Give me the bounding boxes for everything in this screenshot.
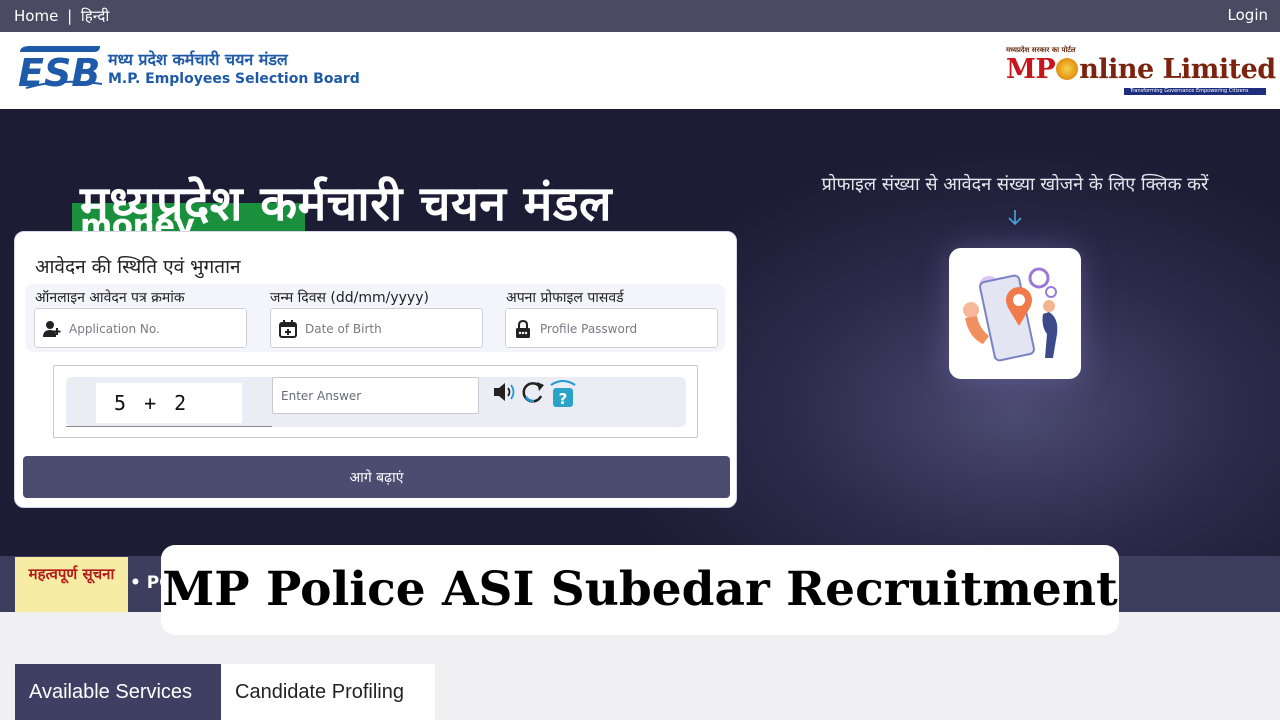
nav-separator: |	[67, 7, 73, 25]
mponline-name: MP nline Limited	[1006, 54, 1276, 85]
application-number-input[interactable]	[69, 318, 239, 340]
home-link[interactable]: Home	[14, 7, 58, 25]
captcha-underline	[66, 426, 272, 427]
mponline-globe-icon	[1056, 58, 1079, 80]
profile-search-card[interactable]	[949, 248, 1081, 379]
top-nav-bar: Home | हिन्दी Login	[0, 0, 1280, 32]
captcha-answer-field[interactable]	[272, 377, 479, 414]
esb-logo-icon[interactable]: ESB	[16, 42, 104, 90]
overlay-headline: MP Police ASI Subedar Recruitment	[161, 545, 1119, 635]
application-status-form: आवेदन की स्थिति एवं भुगतान ऑनलाइन आवेदन …	[14, 231, 737, 508]
arrow-down-icon	[1008, 210, 1022, 226]
svg-text:ESB: ESB	[18, 51, 100, 90]
profile-password-label: अपना प्रोफाइल पासवर्ड	[506, 290, 624, 306]
proceed-button[interactable]: आगे बढ़ाएं	[23, 456, 730, 498]
profile-password-field[interactable]	[505, 308, 718, 348]
site-header: ESB मध्य प्रदेश कर्मचारी चयन मंडल M.P. E…	[0, 32, 1280, 109]
tab-candidate-profiling[interactable]: Candidate Profiling	[221, 664, 435, 720]
form-title: आवेदन की स्थिति एवं भुगतान	[35, 256, 241, 278]
mponline-slogan-bar: Transforming Governance Empowering Citiz…	[1124, 88, 1266, 95]
date-of-birth-input[interactable]	[305, 318, 475, 340]
profile-password-input[interactable]	[540, 318, 710, 340]
esb-title-english: M.P. Employees Selection Board	[108, 71, 360, 87]
date-of-birth-field[interactable]	[270, 308, 483, 348]
application-number-field[interactable]	[34, 308, 247, 348]
mponline-name-mp: MP	[1006, 54, 1056, 85]
hero-title: मध्यप्रदेश कर्मचारी चयन मंडल	[80, 176, 613, 232]
esb-title: मध्य प्रदेश कर्मचारी चयन मंडल M.P. Emplo…	[108, 48, 360, 87]
top-nav-links: Home | हिन्दी	[14, 6, 109, 26]
refresh-captcha-icon[interactable]	[520, 379, 546, 405]
svg-text:?: ?	[559, 390, 568, 408]
profile-search-hint[interactable]: प्रोफाइल संख्या से आवेदन संख्या खोजने के…	[760, 172, 1270, 196]
tab-available-services[interactable]: Available Services	[15, 664, 221, 720]
hindi-language-link[interactable]: हिन्दी	[81, 7, 109, 25]
captcha-panel: 5 + 2 ?	[66, 377, 686, 427]
important-notice-badge: महत्वपूर्ण सूचना	[15, 557, 128, 612]
calendar-icon	[279, 320, 297, 338]
help-icon[interactable]: ?	[548, 379, 578, 409]
user-add-icon	[43, 321, 61, 337]
application-number-label: ऑनलाइन आवेदन पत्र क्रमांक	[35, 290, 185, 306]
captcha-question: 5 + 2	[96, 383, 242, 423]
mponline-name-rest: nline Limited	[1079, 54, 1276, 85]
mponline-logo[interactable]: मध्यप्रदेश सरकार का पोर्टल MP nline Limit…	[1006, 46, 1276, 96]
captcha-answer-input[interactable]	[273, 378, 478, 413]
date-of-birth-label: जन्म दिवस (dd/mm/yyyy)	[270, 290, 429, 306]
login-link[interactable]: Login	[1228, 6, 1268, 24]
captcha-container: 5 + 2 ?	[53, 365, 698, 438]
audio-speaker-icon[interactable]	[492, 379, 518, 405]
lock-icon	[516, 320, 530, 338]
map-search-illustration-icon	[963, 267, 1058, 362]
esb-title-hindi: मध्य प्रदेश कर्मचारी चयन मंडल	[108, 50, 288, 69]
